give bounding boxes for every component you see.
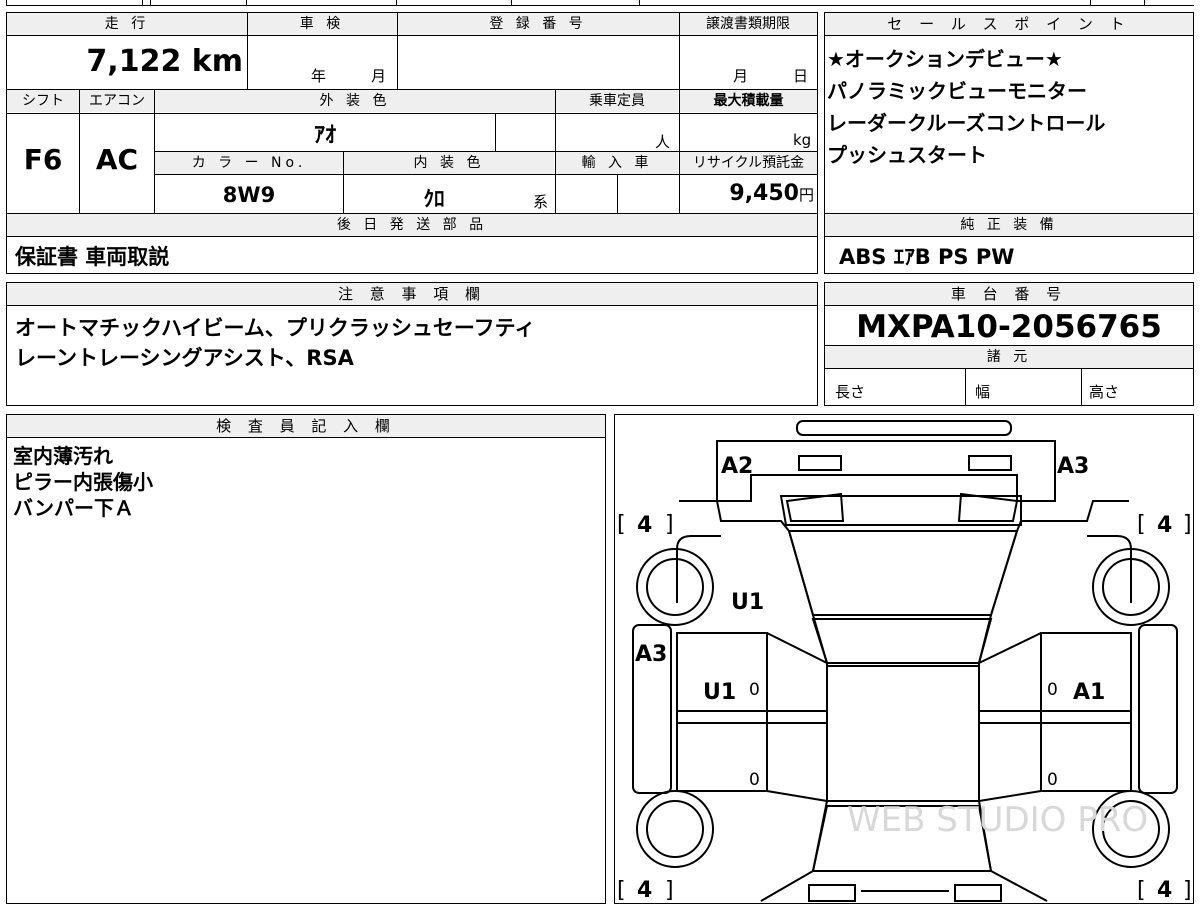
mileage-number: 7,122	[86, 44, 182, 79]
notes-header: 注 意 事 項 欄	[7, 283, 817, 306]
mark-front-right: A3	[1057, 454, 1089, 479]
svg-text:]: ]	[1183, 878, 1192, 903]
notes-list: オートマチックハイビーム、プリクラッシュセーフティ レーントレーシングアシスト、…	[15, 313, 535, 373]
car-diagram: [ ] [ ] [ ] [ ] 4 4 4 4 A2 A3 U1 A3 U1 A…	[617, 420, 1192, 903]
exterior-color-value: ｱｵ	[313, 123, 336, 148]
svg-text:[: [	[1137, 878, 1146, 903]
note-line: レーントレーシングアシスト、RSA	[15, 346, 354, 370]
svg-text:]: ]	[1183, 512, 1192, 537]
inspection-header: 車 検	[247, 13, 397, 35]
exterior-color-header: 外 装 色	[155, 90, 555, 112]
sales-point-item: レーダークルーズコントロール	[827, 111, 1106, 135]
transfer-deadline-header: 譲渡書類期限	[679, 13, 817, 35]
interior-suffix: 系	[533, 193, 549, 211]
chassis-no-value: MXPA10-2056765	[856, 309, 1162, 345]
later-parts-header: 後 日 発 送 部 品	[7, 214, 817, 236]
notes-box: 注 意 事 項 欄 オートマチックハイビーム、プリクラッシュセーフティ レーント…	[6, 282, 818, 406]
spec-width-label: 幅	[975, 383, 991, 401]
chassis-box: 車 台 番 号 MXPA10-2056765 諸 元 長さ 幅 高さ	[824, 282, 1194, 406]
mileage-unit: km	[191, 44, 243, 79]
recycle-fee-unit: 円	[798, 186, 814, 204]
mileage-value: 7,122 km	[7, 37, 243, 87]
svg-text:]: ]	[665, 512, 674, 537]
spec-length-label: 長さ	[835, 383, 866, 401]
capacity-header: 乗車定員	[556, 90, 678, 112]
spec-height-label: 高さ	[1089, 383, 1120, 401]
sales-point-item: ★オークションデビュー★	[827, 47, 1063, 71]
color-no-value: 8W9	[222, 183, 276, 207]
recycle-fee-header: リサイクル預託金	[680, 152, 817, 174]
vehicle-info-table: 走 行 車 検 登 録 番 号 譲渡書類期限 7,122 km 年 月 月 日 …	[6, 12, 818, 274]
genuine-equipment-value: ABS ｴｱB PS PW	[839, 245, 1015, 269]
color-no-header: カ ラ ー No.	[155, 152, 343, 174]
registration-header: 登 録 番 号	[397, 13, 679, 35]
tire-label-rear-left: 4	[637, 878, 652, 903]
inspection-month: 月	[371, 67, 387, 85]
tire-label-front-right: 4	[1157, 513, 1172, 538]
aircon-value: AC	[95, 143, 139, 176]
mark-left-fender: U1	[731, 590, 764, 615]
chassis-no-header: 車 台 番 号	[825, 283, 1193, 306]
svg-text:[: [	[1137, 512, 1146, 537]
svg-text:]: ]	[665, 878, 674, 903]
mark-left-front-door: U1	[703, 680, 736, 705]
sales-points-box: セ ー ル ス ポ イ ン ト ★オークションデビュー★ パノラミックビューモニ…	[824, 12, 1194, 274]
mark-front-left: A2	[721, 454, 753, 479]
interior-color-value: ｸﾛ	[423, 187, 445, 211]
tire-label-rear-right: 4	[1157, 878, 1172, 903]
mark-right-front-door: A1	[1073, 680, 1105, 705]
interior-color-header: 内 装 色	[344, 152, 554, 174]
sales-point-item: パノラミックビューモニター	[827, 79, 1087, 103]
sales-points-header: セ ー ル ス ポ イ ン ト	[825, 13, 1193, 36]
svg-text:[: [	[617, 512, 626, 537]
door-zero-rf: 0	[1047, 680, 1058, 700]
later-parts-value: 保証書 車両取説	[15, 245, 170, 269]
inspector-notes-list: 室内薄汚れ ピラー内張傷小 バンパー下Ａ	[13, 443, 153, 521]
inspector-header: 検 査 員 記 入 欄	[7, 415, 605, 438]
car-diagram-box: [ ] [ ] [ ] [ ] 4 4 4 4 A2 A3 U1 A3 U1 A…	[614, 414, 1194, 904]
transfer-month: 月	[733, 67, 749, 85]
capacity-unit: 人	[655, 133, 671, 151]
door-zero-lr: 0	[749, 770, 760, 790]
recycle-fee-value: 9,450円	[680, 181, 814, 206]
svg-text:[: [	[617, 878, 626, 903]
tire-label-front-left: 4	[637, 513, 652, 538]
mark-left-side-panel: A3	[635, 642, 667, 667]
watermark: WEB STUDIO PRO	[847, 800, 1148, 840]
sales-point-item: プッシュスタート	[827, 143, 987, 167]
import-header: 輸 入 車	[556, 152, 678, 174]
recycle-fee-number: 9,450	[729, 181, 799, 206]
inspection-year: 年	[311, 67, 327, 85]
load-unit: kg	[793, 131, 812, 149]
genuine-equipment-header: 純 正 装 備	[825, 214, 1193, 236]
transfer-day: 日	[793, 67, 809, 85]
max-load-header: 最大積載量	[680, 90, 817, 112]
shift-header: シフト	[7, 90, 79, 112]
inspector-note: 室内薄汚れ	[13, 444, 113, 468]
door-zero-rr: 0	[1047, 770, 1058, 790]
inspector-note: バンパー下Ａ	[13, 496, 134, 520]
top-strip	[6, 0, 1194, 6]
aircon-header: エアコン	[80, 90, 154, 112]
sales-points-list: ★オークションデビュー★ パノラミックビューモニター レーダークルーズコントロー…	[827, 43, 1105, 171]
inspector-note: ピラー内張傷小	[13, 470, 153, 494]
door-zero-lf: 0	[749, 680, 760, 700]
specs-header: 諸 元	[825, 346, 1193, 368]
mileage-header: 走 行	[7, 13, 247, 35]
inspector-box: 検 査 員 記 入 欄 室内薄汚れ ピラー内張傷小 バンパー下Ａ	[6, 414, 606, 904]
note-line: オートマチックハイビーム、プリクラッシュセーフティ	[15, 316, 536, 340]
shift-value: F6	[23, 143, 63, 176]
